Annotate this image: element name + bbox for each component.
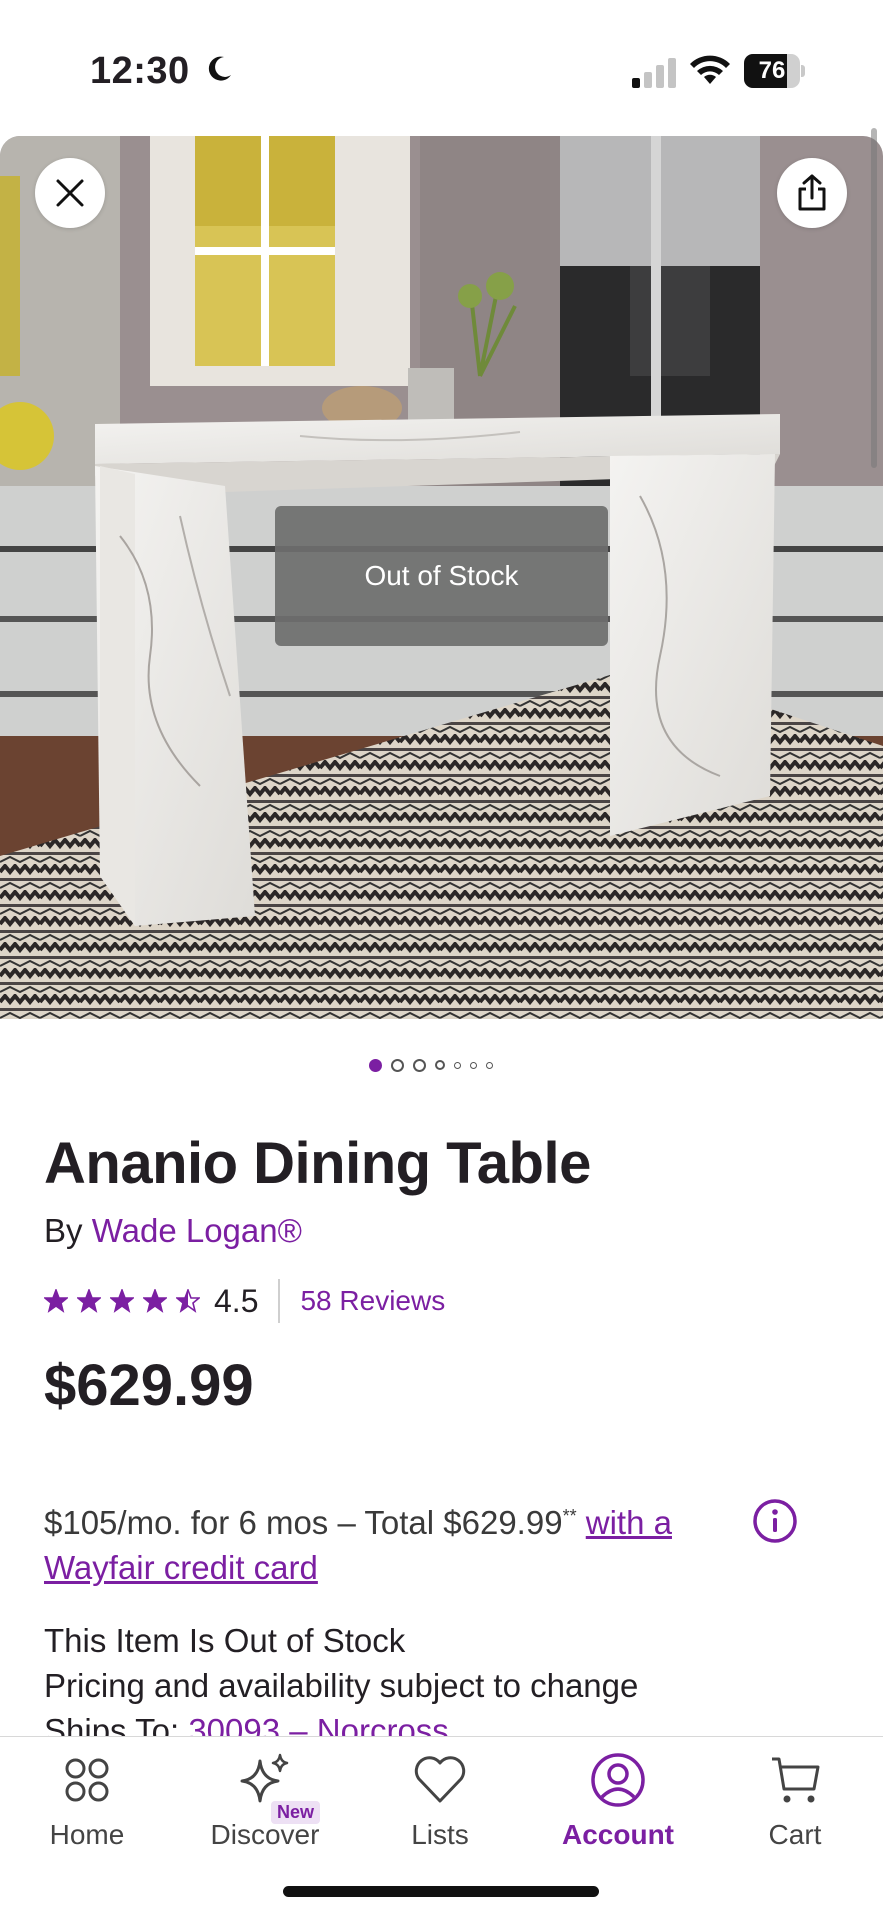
nav-cart[interactable]: Cart <box>725 1751 865 1851</box>
close-icon <box>56 179 84 207</box>
star-full-icon <box>110 1289 134 1313</box>
nav-account[interactable]: Account <box>548 1751 688 1851</box>
carousel-dot[interactable] <box>454 1061 461 1069</box>
battery-body: 76 <box>744 54 800 88</box>
cart-icon <box>772 1757 820 1803</box>
rating-value: 4.5 <box>214 1282 259 1319</box>
share-button[interactable] <box>777 158 847 228</box>
nav-lists-label: Lists <box>411 1819 469 1850</box>
financing-text: $105/mo. for 6 mos – Total $629.99 <box>44 1504 563 1541</box>
heart-icon <box>414 1756 466 1803</box>
signal-icon <box>632 58 676 88</box>
carousel-dot[interactable] <box>413 1058 426 1072</box>
stock-status-line: This Item Is Out of Stock <box>44 1622 406 1659</box>
star-full-icon <box>44 1289 68 1313</box>
ships-to-zip-link[interactable]: 30093 – Norcross <box>188 1712 448 1736</box>
nav-home[interactable]: Home <box>17 1751 157 1851</box>
account-icon <box>591 1753 645 1807</box>
product-price: $629.99 <box>44 1353 254 1418</box>
stock-status: This Item Is Out of Stock Pricing and av… <box>44 1618 638 1708</box>
home-indicator <box>283 1886 599 1897</box>
nav-cart-label: Cart <box>768 1819 822 1850</box>
nav-lists[interactable]: Lists <box>370 1751 510 1851</box>
carousel-dot[interactable] <box>435 1060 445 1070</box>
star-full-icon <box>77 1289 101 1313</box>
new-badge: New <box>271 1801 321 1824</box>
info-icon[interactable] <box>752 1498 798 1544</box>
nav-discover[interactable]: New Discover <box>195 1751 335 1851</box>
battery-level-text: 76 <box>758 57 786 84</box>
nav-account-label: Account <box>562 1819 674 1850</box>
byline: By Wade Logan® <box>44 1212 302 1250</box>
status-bar: 12:30 76 <box>0 0 883 136</box>
carousel-dot[interactable] <box>470 1061 477 1069</box>
carousel-dot[interactable] <box>486 1061 493 1069</box>
nav-home-label: Home <box>49 1819 125 1850</box>
out-of-stock-overlay: Out of Stock <box>275 506 608 646</box>
home-icon <box>65 1758 109 1802</box>
close-button[interactable] <box>35 158 105 228</box>
rating-divider <box>278 1279 281 1323</box>
ships-to: Ships To: 30093 – Norcross <box>44 1708 449 1736</box>
ships-to-label: Ships To: <box>44 1712 180 1736</box>
scroll-indicator[interactable] <box>871 128 877 468</box>
battery-icon: 76 <box>744 54 806 88</box>
brand-link[interactable]: Wade Logan® <box>92 1212 302 1249</box>
carousel-dot[interactable] <box>369 1058 382 1072</box>
star-full-icon <box>143 1289 167 1313</box>
star-rating <box>44 1289 200 1313</box>
rating-row[interactable]: 4.5 58 Reviews <box>44 1278 445 1324</box>
battery-tip <box>801 65 805 77</box>
financing-offer: $105/mo. for 6 mos – Total $629.99** wit… <box>44 1494 744 1590</box>
status-time: 12:30 <box>90 50 190 92</box>
financing-footnote-marker: ** <box>562 1506 577 1526</box>
out-of-stock-overlay-text: Out of Stock <box>364 560 519 591</box>
by-label: By <box>44 1212 83 1249</box>
carousel-dots[interactable] <box>0 1055 883 1075</box>
star-half-icon <box>176 1289 200 1313</box>
wifi-icon <box>690 55 730 84</box>
share-icon <box>798 174 826 211</box>
moon-icon <box>208 56 231 81</box>
product-title: Ananio Dining Table <box>44 1131 591 1196</box>
reviews-link[interactable]: 58 Reviews <box>300 1285 445 1317</box>
carousel-dot[interactable] <box>391 1058 404 1072</box>
pricing-disclaimer: Pricing and availability subject to chan… <box>44 1667 639 1704</box>
